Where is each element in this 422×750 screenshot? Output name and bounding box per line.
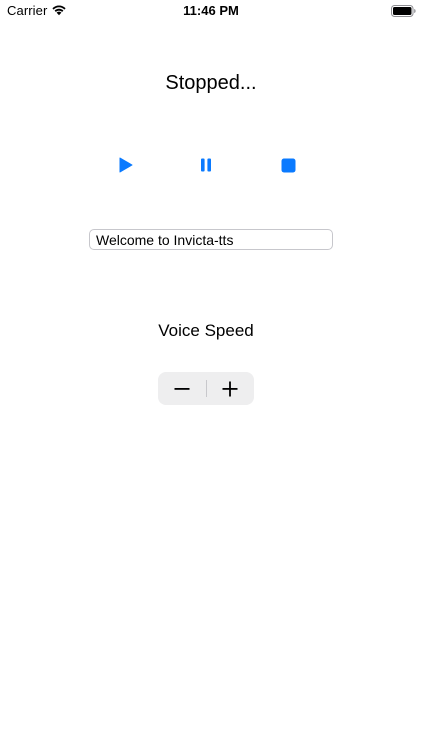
- pause-icon: [201, 158, 211, 172]
- decrement-speed-button[interactable]: [158, 372, 206, 405]
- playback-status-label: Stopped...: [165, 72, 257, 94]
- voice-speed-label: Voice Speed: [158, 321, 254, 340]
- stop-button[interactable]: [275, 152, 301, 178]
- speech-text-input[interactable]: [89, 229, 333, 250]
- voice-speed-stepper: [158, 372, 254, 405]
- play-button[interactable]: [113, 152, 139, 178]
- status-bar: Carrier 11:46 PM: [0, 0, 422, 22]
- clock: 11:46 PM: [183, 3, 239, 18]
- stop-icon: [281, 158, 295, 172]
- increment-speed-button[interactable]: [206, 372, 254, 405]
- plus-icon: [222, 381, 238, 396]
- pause-button[interactable]: [193, 152, 219, 178]
- battery-icon: [391, 5, 416, 17]
- minus-icon: [174, 387, 190, 390]
- play-icon: [119, 157, 133, 173]
